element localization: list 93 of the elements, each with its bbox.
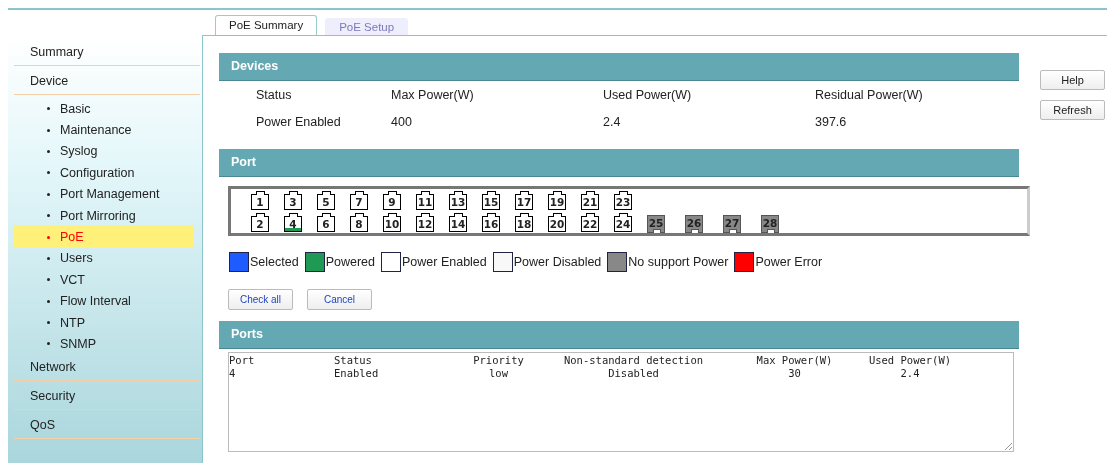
port-icon[interactable]: 21 [581, 194, 599, 210]
bullet-icon [47, 107, 50, 111]
column-header: Used Power(W) [867, 354, 953, 367]
port-icon[interactable]: 23 [614, 194, 632, 210]
ports-text-area[interactable]: Port Status Priority Non-standard detection Max Power(W) Used Power(W) 4 Enabled low Disabled 30 2.4 [228, 352, 1014, 452]
port-icon[interactable]: 8 [350, 216, 368, 232]
port-icon[interactable]: 19 [548, 194, 566, 210]
bullet-icon [47, 192, 50, 196]
port-icon[interactable]: 1 [251, 194, 269, 210]
column-header: Status [334, 354, 373, 367]
value-text: 397.6 [815, 116, 848, 129]
section-header: Port [219, 149, 1019, 177]
sidebar-item[interactable]: Port Mirroring [14, 204, 194, 227]
legend-label: Power Error [755, 255, 823, 269]
port-icon[interactable]: 2 [251, 216, 269, 232]
sidebar-item[interactable]: NTP [14, 311, 194, 334]
port-icon[interactable]: 14 [449, 216, 467, 232]
side-button[interactable]: Help [1040, 70, 1105, 90]
port-icon[interactable]: 5 [317, 194, 335, 210]
sidebar-item[interactable]: Basic [14, 98, 194, 120]
sidebar-item[interactable]: Maintenance [14, 119, 194, 141]
column-header: Priority [472, 354, 525, 367]
port-icon[interactable]: 26 [685, 215, 703, 233]
port-icon[interactable]: 12 [416, 216, 434, 232]
bullet-icon [47, 278, 50, 282]
bullet-icon [47, 299, 50, 303]
port-icon[interactable]: 15 [482, 194, 500, 210]
value-text: Power Enabled [256, 116, 342, 129]
port-icon[interactable]: 11 [416, 194, 434, 210]
port-icon[interactable]: 9 [383, 194, 401, 210]
port-icon[interactable]: 13 [449, 194, 467, 210]
port-icon[interactable]: 16 [482, 216, 500, 232]
bullet-icon [47, 256, 50, 260]
table-cell-text: 30 [787, 366, 802, 379]
resize-grip-icon[interactable] [1004, 442, 1012, 450]
port-icon[interactable]: 27 [723, 215, 741, 233]
column-header: Non-standard detection [562, 354, 705, 367]
bullet-icon [47, 149, 50, 153]
column-label: Residual Power(W) [815, 89, 924, 102]
sidebar-item[interactable]: QoS [14, 412, 200, 439]
sidebar-item[interactable]: Summary [14, 40, 200, 66]
sidebar-item[interactable]: Security [14, 383, 200, 410]
bullet-icon [47, 235, 50, 239]
bullet-icon [47, 128, 50, 132]
tab[interactable]: PoE Setup [325, 18, 409, 35]
bullet-icon [47, 171, 50, 175]
table-cell-text: 2.4 [899, 366, 921, 379]
action-button[interactable]: Check all [228, 289, 293, 310]
value-text: 2.4 [603, 116, 622, 129]
port-icon[interactable]: 10 [383, 216, 401, 232]
port-icon[interactable]: 17 [515, 194, 533, 210]
sidebar-item[interactable]: Network [14, 354, 200, 381]
legend-label: Powered [325, 255, 375, 269]
legend-label: Selected [250, 255, 299, 269]
value-text: 400 [391, 116, 413, 129]
legend-label: No support Power [628, 255, 729, 269]
port-icon[interactable]: 24 [614, 216, 632, 232]
bullet-icon [47, 321, 50, 325]
port-icon[interactable]: 25 [647, 215, 665, 233]
port-icon[interactable]: 22 [581, 216, 599, 232]
sidebar-item[interactable]: Device [14, 69, 200, 95]
column-label: Used Power(W) [603, 89, 693, 102]
port-icon[interactable]: 7 [350, 194, 368, 210]
port-icon[interactable]: 18 [515, 216, 533, 232]
sidebar-item[interactable]: Port Management [14, 183, 194, 205]
action-button[interactable]: Cancel [307, 289, 372, 310]
legend-label: Power Enabled [402, 255, 487, 269]
table-cell-text: Enabled [334, 366, 380, 379]
column-header: Port [229, 354, 256, 367]
tab[interactable]: PoE Summary [215, 15, 318, 35]
sidebar-item[interactable]: Configuration [14, 162, 194, 184]
bullet-icon [47, 214, 50, 218]
table-cell-text: low [488, 366, 509, 379]
port-icon[interactable]: 28 [761, 215, 779, 233]
port-icon[interactable]: 4 [284, 216, 302, 232]
table-cell-text: Disabled [607, 366, 660, 379]
port-icon[interactable]: 6 [317, 216, 335, 232]
column-label: Max Power(W) [391, 89, 475, 102]
sidebar-item[interactable]: Users [14, 247, 194, 270]
sidebar-item[interactable]: Flow Interval [14, 290, 194, 312]
column-label: Status [256, 89, 293, 102]
table-cell-text: 4 [229, 366, 237, 379]
sidebar-item[interactable]: Syslog [14, 140, 194, 163]
side-button[interactable]: Refresh [1040, 100, 1105, 120]
sidebar-item[interactable]: VCT [14, 269, 194, 291]
port-icon[interactable]: 3 [284, 194, 302, 210]
section-header: Ports [219, 321, 1019, 349]
port-icon[interactable]: 20 [548, 216, 566, 232]
column-header: Max Power(W) [755, 354, 834, 367]
sidebar-item[interactable]: SNMP [14, 333, 194, 355]
legend-label: Power Disabled [513, 255, 602, 269]
bullet-icon [47, 342, 50, 346]
section-header: Devices [219, 53, 1019, 81]
